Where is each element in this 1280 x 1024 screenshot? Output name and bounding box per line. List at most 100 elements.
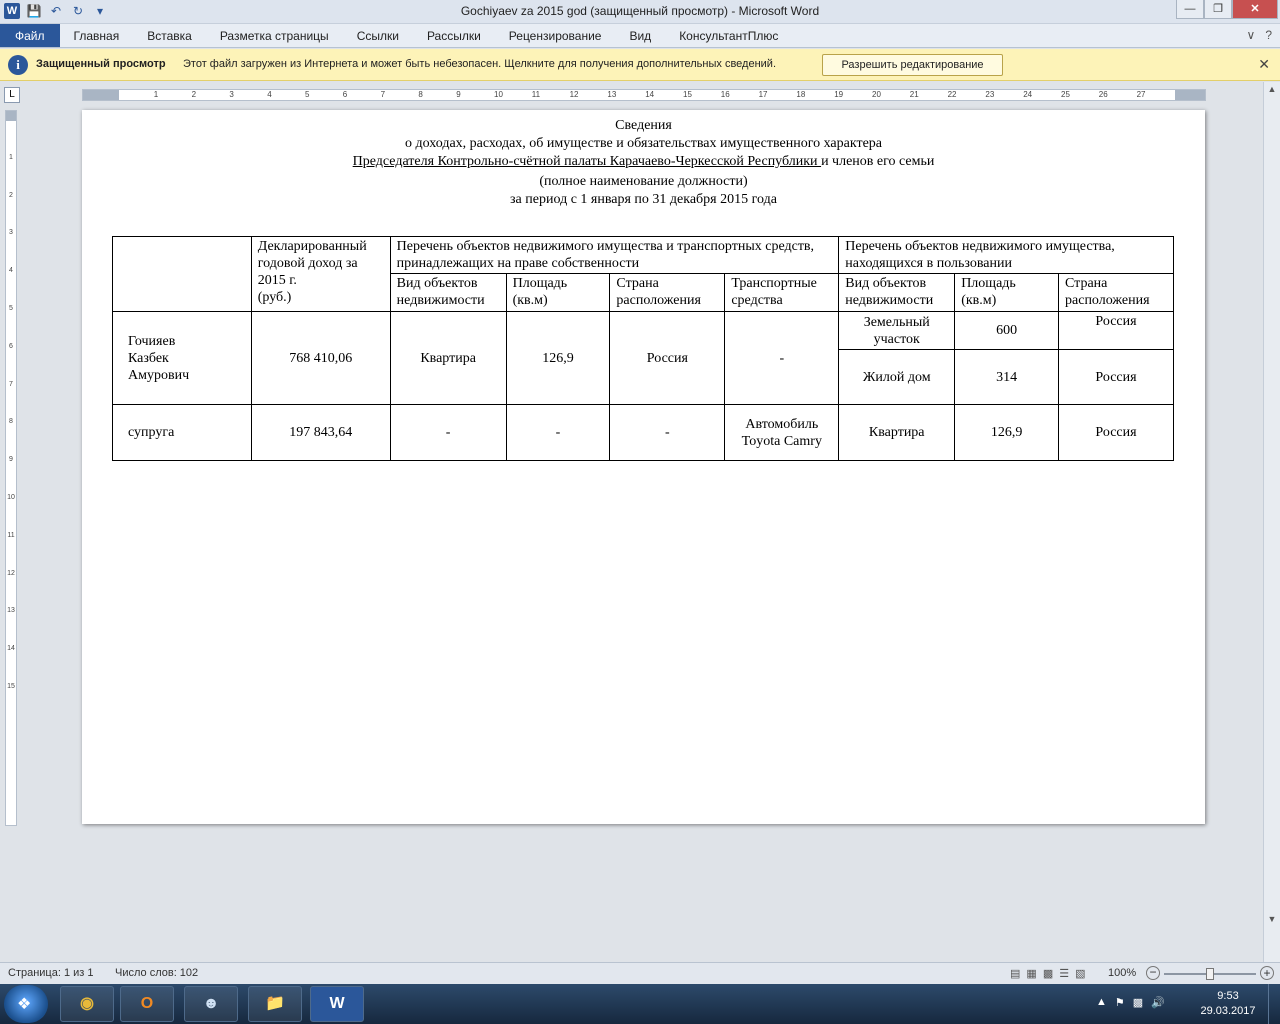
outlook-taskbar-icon[interactable]: O <box>120 986 174 1022</box>
show-desktop-button[interactable] <box>1268 984 1280 1024</box>
protected-view-message[interactable]: Этот файл загружен из Интернета и может … <box>183 58 776 70</box>
ruler-tick-label: 8 <box>418 90 423 99</box>
declaration-table: Декларированный годовой доход за 2015 г.… <box>112 236 1174 461</box>
ruler-tick-label: 7 <box>380 90 386 99</box>
ruler-tick-label: 12 <box>569 90 579 99</box>
row1-used1-country: Россия <box>1058 311 1174 350</box>
ruler-tick-label: 8 <box>9 418 13 426</box>
ribbon-collapse-icon[interactable]: ∨ <box>1247 28 1256 42</box>
status-bar: Страница: 1 из 1 Число слов: 102 ▤ ▦ ▩ ☰… <box>0 962 1280 984</box>
ruler-tick-label: 9 <box>456 90 461 99</box>
tab-consultant-plus[interactable]: КонсультантПлюс <box>665 24 792 47</box>
row2-used-area: 126,9 <box>954 404 1060 461</box>
ribbon-right-icons: ∨ ? <box>1247 28 1272 42</box>
ruler-tick-label: 27 <box>1136 90 1146 99</box>
tab-references[interactable]: Ссылки <box>343 24 413 47</box>
window-controls: — ❐ ✕ <box>1176 0 1278 19</box>
draft-view-icon[interactable]: ▧ <box>1075 967 1085 980</box>
ruler-tick-label: 15 <box>7 683 15 690</box>
scroll-down-icon[interactable]: ▼ <box>1266 914 1278 924</box>
ruler-tick-label: 23 <box>985 90 995 99</box>
network-icon[interactable]: ▩ <box>1133 996 1143 1009</box>
ruler-tick-label: 3 <box>9 229 13 237</box>
tab-view[interactable]: Вид <box>615 24 665 47</box>
ribbon-tabs: Файл Главная Вставка Разметка страницы С… <box>0 24 1280 48</box>
tab-insert[interactable]: Вставка <box>133 24 206 47</box>
row2-owned-type: - <box>389 404 507 461</box>
page-count[interactable]: Страница: 1 из 1 <box>8 967 94 979</box>
close-button[interactable]: ✕ <box>1232 0 1278 19</box>
tab-home[interactable]: Главная <box>60 24 134 47</box>
taskbar: ❖ ◉ O ☻ 📁 W ▲ ⚑ ▩ 🔊 9:53 29.03.2017 <box>0 984 1280 1024</box>
header-owned-area: Площадь (кв.м) <box>505 273 611 312</box>
header-owned-type: Вид объектов недвижимости <box>389 273 507 312</box>
clock-time: 9:53 <box>1217 990 1239 1002</box>
position-underlined: Председателя Контрольно-счётной палаты К… <box>352 154 822 169</box>
print-layout-icon[interactable]: ▤ <box>1010 967 1020 980</box>
show-hidden-icons[interactable]: ▲ <box>1096 996 1107 1009</box>
scroll-up-icon[interactable]: ▲ <box>1266 84 1278 94</box>
protected-view-bar: i Защищенный просмотр Этот файл загружен… <box>0 49 1280 81</box>
ruler-tick-label: 10 <box>7 494 15 501</box>
header-name-cell <box>112 236 252 312</box>
ruler-tick-label: 6 <box>9 342 13 350</box>
chrome-taskbar-icon[interactable]: ◉ <box>60 986 114 1022</box>
window-title: Gochiyaev za 2015 god (защищенный просмо… <box>460 4 820 18</box>
doc-position-line: Председателя Контрольно-счётной палаты К… <box>82 153 1205 171</box>
horizontal-ruler[interactable]: 1 2 3 4 5 6 7 8 9 10 11 12 13 14 15 16 17 18 19 20 21 22 23 24 2… <box>82 89 1206 101</box>
close-bar-icon[interactable]: ✕ <box>1258 56 1270 73</box>
ruler-tick-label: 1 <box>9 153 13 161</box>
enable-editing-button[interactable]: Разрешить редактирование <box>822 54 1003 76</box>
doc-period: за период с 1 января по 31 декабря 2015 … <box>510 192 777 207</box>
ruler-tick-label: 11 <box>531 90 541 99</box>
row1-used2-country: Россия <box>1058 349 1174 405</box>
table-row: супруга 197 843,64 - - - Автомобиль Toyot… <box>112 404 1174 461</box>
doc-title: Сведения <box>615 118 672 133</box>
zoom-level[interactable]: 100% <box>1108 967 1136 979</box>
ruler-tick-label: 13 <box>607 90 617 99</box>
minimize-button[interactable]: — <box>1176 0 1204 19</box>
row2-owned-area: - <box>505 404 611 461</box>
ruler-tick-label: 22 <box>947 90 957 99</box>
zoom-out-button[interactable]: − <box>1146 966 1160 980</box>
ruler-tick-label: 1 <box>153 90 159 99</box>
row1-owned-type: Квартира <box>389 311 507 405</box>
ruler-tick-label: 15 <box>683 90 692 99</box>
ruler-tick-label: 21 <box>909 90 919 99</box>
protected-view-title: Защищенный просмотр <box>36 58 166 70</box>
row2-vehicles: Автомобиль Toyota Camry <box>724 404 840 461</box>
reading-view-icon[interactable]: ▦ <box>1026 967 1036 980</box>
start-button[interactable]: ❖ <box>4 985 48 1023</box>
clock[interactable]: 9:53 29.03.2017 <box>1196 989 1260 1019</box>
web-layout-icon[interactable]: ▩ <box>1043 967 1053 980</box>
ruler-tick-label: 14 <box>645 90 655 99</box>
help-icon[interactable]: ? <box>1265 28 1272 42</box>
tab-review[interactable]: Рецензирование <box>495 24 616 47</box>
zoom-slider-thumb[interactable] <box>1206 968 1214 980</box>
header-owned-country: Страна расположения <box>609 273 726 312</box>
doc-subtitle: о доходах, расходах, об имуществе и обяз… <box>404 136 883 151</box>
system-tray: ▲ ⚑ ▩ 🔊 <box>1096 996 1165 1009</box>
outline-view-icon[interactable]: ☰ <box>1059 967 1069 980</box>
word-count[interactable]: Число слов: 102 <box>115 967 198 979</box>
tab-selector-button[interactable]: L <box>4 87 20 103</box>
maximize-button[interactable]: ❐ <box>1204 0 1232 19</box>
ruler-tick-label: 18 <box>796 90 806 99</box>
tab-mailings[interactable]: Рассылки <box>413 24 495 47</box>
row1-vehicles: - <box>724 311 840 405</box>
ruler-tick-label: 5 <box>305 90 310 99</box>
header-used-type: Вид объектов недвижимости <box>838 273 956 312</box>
zoom-in-button[interactable]: + <box>1260 966 1274 980</box>
document-page[interactable]: Сведения о доходах, расходах, об имущест… <box>82 110 1205 824</box>
vertical-ruler[interactable]: 1 2 3 4 5 6 7 8 9 10 11 12 13 14 15 <box>5 110 17 826</box>
ruler-tick-label: 2 <box>9 191 13 199</box>
tab-page-layout[interactable]: Разметка страницы <box>206 24 343 47</box>
explorer-taskbar-icon[interactable]: 📁 <box>248 986 302 1022</box>
word-taskbar-icon[interactable]: W <box>310 986 364 1022</box>
vertical-scrollbar[interactable]: ▲ ▼ <box>1263 82 1280 962</box>
tab-file[interactable]: Файл <box>0 24 60 47</box>
ruler-tick-label: 25 <box>1061 90 1070 99</box>
user-app-taskbar-icon[interactable]: ☻ <box>184 986 238 1022</box>
action-center-icon[interactable]: ⚑ <box>1115 996 1125 1009</box>
volume-icon[interactable]: 🔊 <box>1151 996 1165 1009</box>
